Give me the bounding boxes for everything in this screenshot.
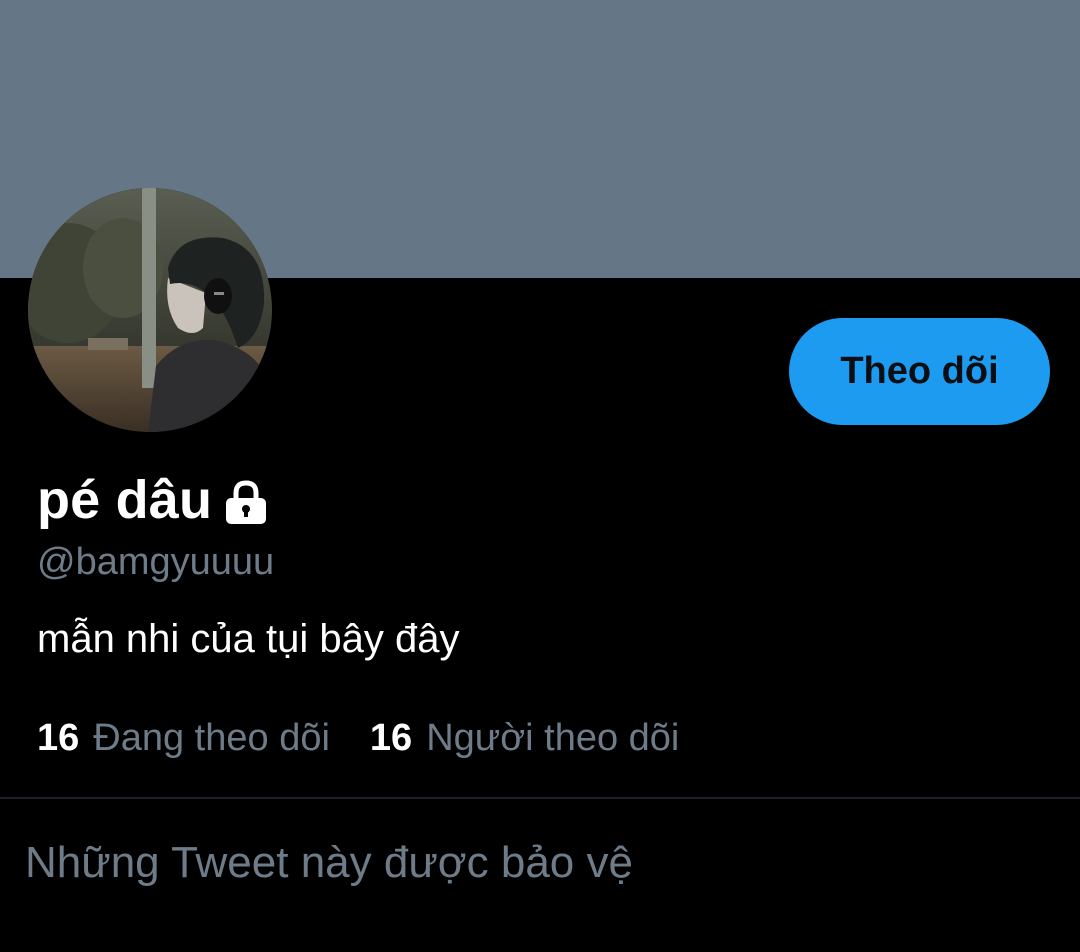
protected-tweets-notice: Những Tweet này được bảo vệ xyxy=(25,838,633,887)
following-label: Đang theo dõi xyxy=(93,717,330,759)
follow-button[interactable]: Theo dõi xyxy=(789,318,1050,425)
profile-bio: mẫn nhi của tụi bây đây xyxy=(37,617,460,661)
section-divider xyxy=(0,797,1080,799)
display-name-row: pé dâu xyxy=(37,470,270,530)
profile-stats: 16 Đang theo dõi 16 Người theo dõi xyxy=(37,714,679,762)
user-handle: @bamgyuuuu xyxy=(37,541,275,583)
lock-icon xyxy=(222,479,270,525)
following-count: 16 xyxy=(37,717,80,759)
followers-count: 16 xyxy=(369,717,413,759)
followers-stat[interactable]: 16 Người theo dõi xyxy=(370,714,679,762)
avatar-photo xyxy=(28,188,272,432)
display-name: pé dâu xyxy=(37,470,213,530)
followers-label: Người theo dõi xyxy=(426,717,680,759)
following-stat[interactable]: 16 Đang theo dõi xyxy=(37,714,330,762)
avatar[interactable] xyxy=(28,188,272,432)
